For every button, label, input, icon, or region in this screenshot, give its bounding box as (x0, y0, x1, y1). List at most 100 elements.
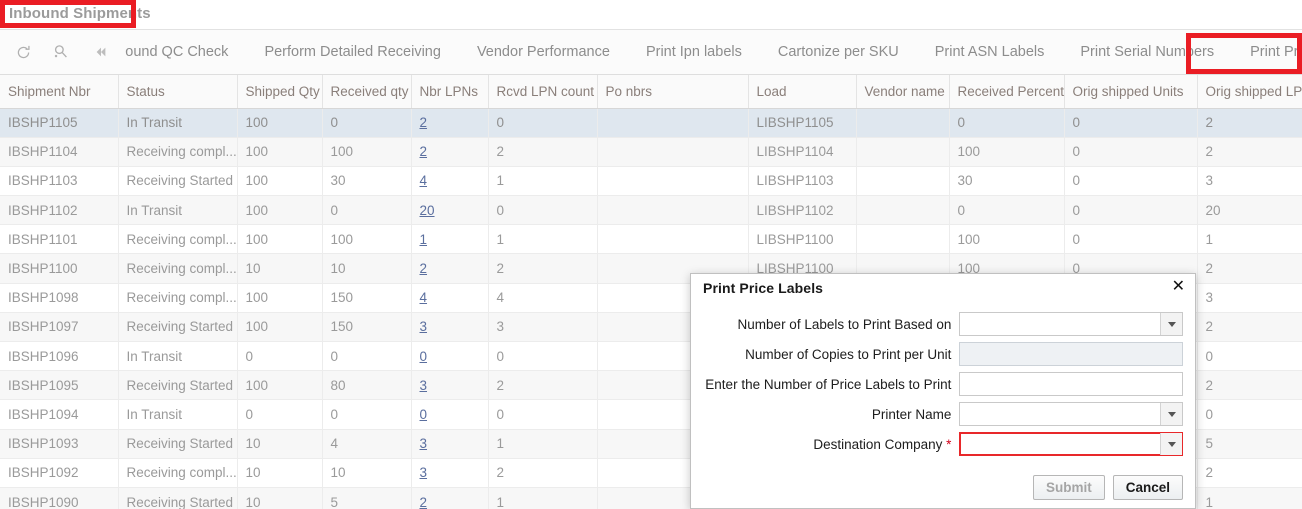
toolbar-item-perform-detailed-receiving[interactable]: Perform Detailed Receiving (246, 30, 459, 75)
table-cell: 0 (1197, 341, 1302, 372)
toolbar-item-vendor-performance[interactable]: Vendor Performance (459, 30, 628, 75)
dialog-title: Print Price Labels (703, 280, 824, 296)
column-header-orig-shipped-units[interactable]: Orig shipped Units (1064, 75, 1198, 109)
refresh-icon[interactable] (9, 37, 37, 67)
cell-nbr-lpns-link[interactable]: 4 (411, 283, 489, 313)
nbr-lpns-link[interactable]: 0 (420, 349, 428, 364)
table-cell: IBSHP1105 (0, 108, 119, 138)
table-cell: IBSHP1097 (0, 312, 119, 343)
column-header-orig-shipped-lpn[interactable]: Orig shipped LPN (1197, 75, 1302, 109)
nbr-lpns-link[interactable]: 2 (420, 144, 428, 159)
column-header-shipped-qty[interactable]: Shipped Qty (237, 75, 323, 109)
toolbar-item-print-asn-labels[interactable]: Print ASN Labels (917, 30, 1063, 75)
nbr-lpns-link[interactable]: 3 (420, 378, 428, 393)
field-input[interactable] (959, 312, 1183, 336)
dialog-footer: Submit Cancel (691, 466, 1195, 508)
field-input[interactable] (959, 372, 1183, 396)
field-control (959, 402, 1183, 426)
field-control (959, 342, 1183, 366)
cell-nbr-lpns-link[interactable]: 3 (411, 458, 489, 488)
table-cell: 1 (488, 487, 598, 509)
column-header-received-qty[interactable]: Received qty (322, 75, 412, 109)
cell-nbr-lpns-link[interactable]: 4 (411, 166, 489, 197)
table-cell: IBSHP1092 (0, 458, 119, 488)
cell-nbr-lpns-link[interactable]: 3 (411, 312, 489, 343)
column-header-po-nbrs[interactable]: Po nbrs (597, 75, 749, 109)
submit-button[interactable]: Submit (1032, 474, 1105, 500)
nbr-lpns-link[interactable]: 3 (420, 436, 428, 451)
cell-nbr-lpns-link[interactable]: 2 (411, 137, 489, 167)
table-cell: 1 (488, 224, 598, 255)
nbr-lpns-link[interactable]: 2 (420, 115, 428, 130)
close-icon[interactable]: ✕ (1172, 278, 1185, 294)
table-row[interactable]: IBSHP1104 Receiving compl... 100 100 2 2 LIBSH… (0, 137, 1302, 167)
field-input[interactable] (959, 402, 1183, 426)
toolbar-item-cartonize-per-sku[interactable]: Cartonize per SKU (760, 30, 917, 75)
table-cell: 0 (322, 195, 412, 226)
table-cell: 10 (322, 253, 412, 284)
table-cell: 0 (488, 195, 598, 226)
table-cell: Receiving compl... (118, 458, 238, 488)
field-label: Number of Copies to Print per Unit (703, 347, 959, 362)
table-cell: 0 (237, 341, 323, 372)
cell-nbr-lpns-link[interactable]: 3 (411, 429, 489, 459)
cell-nbr-lpns-link[interactable]: 3 (411, 370, 489, 401)
nbr-lpns-link[interactable]: 2 (420, 261, 428, 276)
cell-nbr-lpns-link[interactable]: 0 (411, 341, 489, 372)
form-row: Printer Name (703, 401, 1183, 427)
nbr-lpns-link[interactable]: 3 (420, 465, 428, 480)
table-cell: Receiving compl... (118, 283, 238, 313)
table-cell: IBSHP1098 (0, 283, 119, 313)
nbr-lpns-link[interactable]: 4 (420, 290, 428, 305)
column-header-nbr-lpns[interactable]: Nbr LPNs (411, 75, 489, 109)
table-cell: IBSHP1094 (0, 399, 119, 430)
nbr-lpns-link[interactable]: 4 (420, 173, 428, 188)
cell-nbr-lpns-link[interactable]: 0 (411, 399, 489, 430)
toolbar-item-ound-qc-check[interactable]: ound QC Check (121, 30, 246, 75)
column-header-vendor-name[interactable]: Vendor name (856, 75, 950, 109)
table-cell (856, 137, 950, 167)
table-cell: 100 (237, 108, 323, 138)
nbr-lpns-link[interactable]: 1 (420, 232, 428, 247)
toolbar-item-print-price-labels[interactable]: Print Price Labels (1232, 30, 1302, 75)
nbr-lpns-link[interactable]: 2 (420, 495, 428, 509)
column-header-load[interactable]: Load (748, 75, 857, 109)
chevron-down-icon[interactable] (1160, 313, 1182, 335)
cell-nbr-lpns-link[interactable]: 1 (411, 224, 489, 255)
field-input[interactable] (959, 432, 1183, 456)
toolbar-item-print-ipn-labels[interactable]: Print Ipn labels (628, 30, 760, 75)
column-header-status[interactable]: Status (118, 75, 238, 109)
table-row[interactable]: IBSHP1101 Receiving compl... 100 100 1 1 LIBSH… (0, 224, 1302, 255)
nbr-lpns-link[interactable]: 3 (420, 319, 428, 334)
table-cell: LIBSHP1102 (748, 195, 857, 226)
table-cell: 100 (949, 224, 1065, 255)
table-cell: 2 (488, 137, 598, 167)
cancel-button[interactable]: Cancel (1112, 474, 1183, 500)
column-header-rcvd-lpn-count[interactable]: Rcvd LPN count (488, 75, 598, 109)
column-header-shipment-nbr[interactable]: Shipment Nbr (0, 75, 119, 109)
column-header-received-percent[interactable]: Received Percent (949, 75, 1065, 109)
table-cell: 2 (488, 253, 598, 284)
cell-nbr-lpns-link[interactable]: 2 (411, 108, 489, 138)
table-row[interactable]: IBSHP1105 In Transit 100 0 2 0 LIBSHP1105 0 0 2 (0, 108, 1302, 138)
table-row[interactable]: IBSHP1103 Receiving Started 100 30 4 1 LIBSHP1… (0, 166, 1302, 197)
nbr-lpns-link[interactable]: 0 (420, 407, 428, 422)
nbr-lpns-link[interactable]: 20 (420, 203, 435, 218)
table-cell: 10 (237, 429, 323, 459)
table-cell: 100 (237, 370, 323, 401)
cell-nbr-lpns-link[interactable]: 20 (411, 195, 489, 226)
chevron-down-icon[interactable] (1160, 433, 1182, 455)
collapse-left-icon[interactable] (87, 37, 115, 67)
table-cell: IBSHP1101 (0, 224, 119, 255)
field-control (959, 312, 1183, 336)
table-cell: In Transit (118, 341, 238, 372)
cell-nbr-lpns-link[interactable]: 2 (411, 253, 489, 284)
chevron-down-icon[interactable] (1160, 403, 1182, 425)
table-cell: IBSHP1090 (0, 487, 119, 509)
cell-nbr-lpns-link[interactable]: 2 (411, 487, 489, 509)
search-icon[interactable] (46, 37, 74, 67)
table-cell: IBSHP1102 (0, 195, 119, 226)
table-row[interactable]: IBSHP1102 In Transit 100 0 20 0 LIBSHP1102 0 0 20 (0, 195, 1302, 226)
toolbar-item-print-serial-numbers[interactable]: Print Serial Numbers (1062, 30, 1232, 75)
table-cell: 1 (488, 166, 598, 197)
